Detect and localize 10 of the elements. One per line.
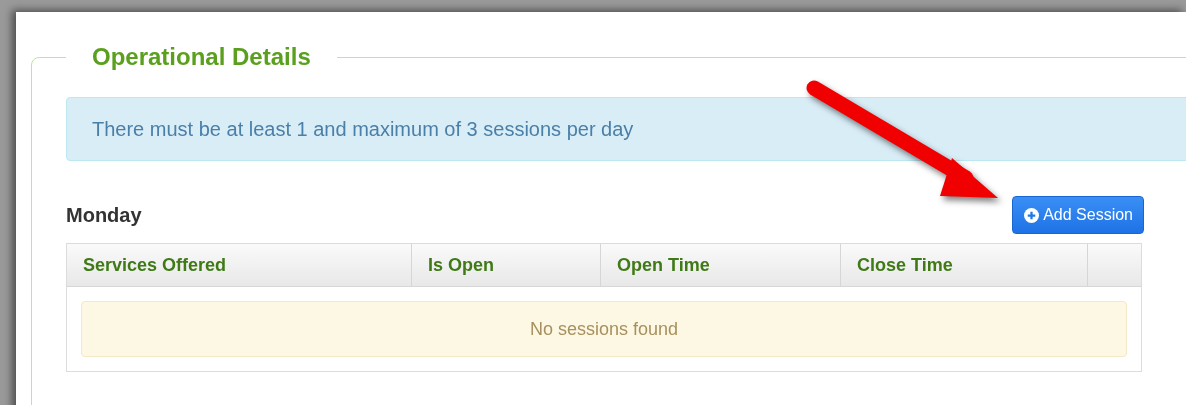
- info-alert: There must be at least 1 and maximum of 3 sessions per day: [66, 97, 1186, 161]
- day-title: Monday: [66, 203, 142, 227]
- column-header: Is Open: [412, 244, 601, 286]
- add-session-button[interactable]: Add Session: [1012, 196, 1144, 234]
- plus-circle-icon: [1024, 207, 1040, 223]
- column-header: Open Time: [601, 244, 841, 286]
- column-header: Close Time: [841, 244, 1088, 286]
- section-title: Operational Details: [91, 43, 312, 71]
- column-header: Services Offered: [67, 244, 412, 286]
- empty-message: No sessions found: [81, 301, 1127, 357]
